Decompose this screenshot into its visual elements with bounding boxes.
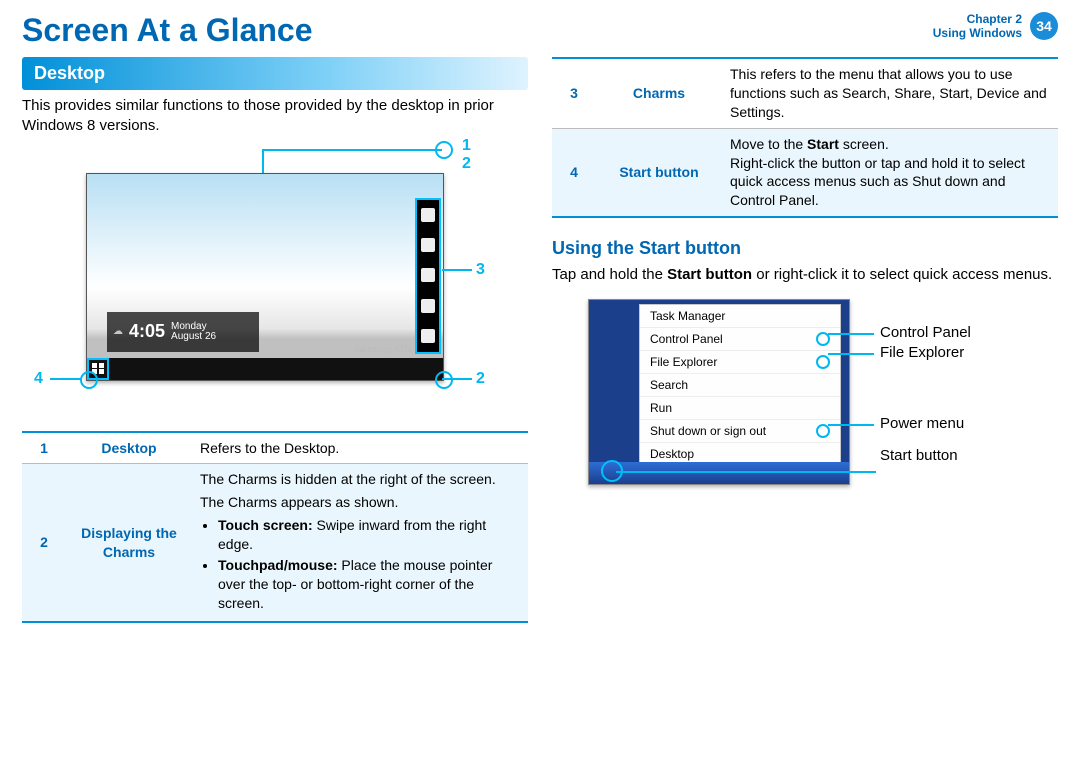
row2-label: Displaying the Charms [66,464,192,622]
desktop-intro: This provides similar functions to those… [22,96,528,137]
desktop-screenshot: 1 2 ☁ 4:05 Monday A [32,149,492,419]
row4-desc: Move to the Start screen. Right-click th… [722,128,1058,217]
label-control-panel: Control Panel [880,324,971,341]
row4-num: 4 [552,128,596,217]
menu-run: Run [640,397,840,420]
context-menu: Task Manager Control Panel File Explorer… [639,304,841,466]
menu-task-manager: Task Manager [640,305,840,328]
menu-control-panel: Control Panel [640,328,840,351]
menu-search: Search [640,374,840,397]
page-number: 34 [1030,12,1058,40]
subhead-start-button: Using the Start button [552,238,1058,259]
definitions-table-left: 1 Desktop Refers to the Desktop. 2 Displ… [22,431,528,623]
row3-label: Charms [596,58,722,128]
charm-search-icon [421,208,435,222]
definitions-table-right: 3 Charms This refers to the menu that al… [552,57,1058,218]
clock-widget: ☁ 4:05 Monday August 26 [107,312,259,352]
label-start-button: Start button [880,447,958,464]
row1-label: Desktop [66,432,192,464]
clock-date: August 26 [171,332,216,342]
row2-num: 2 [22,464,66,622]
taskbar [87,358,443,380]
charm-devices-icon [421,299,435,313]
charm-share-icon [421,238,435,252]
menu-file-explorer: File Explorer [640,351,840,374]
row1-desc: Refers to the Desktop. [192,432,528,464]
label-file-explorer: File Explorer [880,344,964,361]
row2-desc: The Charms is hidden at the right of the… [192,464,528,622]
start-menu-screenshot: Task Manager Control Panel File Explorer… [572,299,1012,485]
row1-num: 1 [22,432,66,464]
callout-1: 1 [462,137,471,155]
chapter-block: Chapter 2 Using Windows 34 [933,12,1058,41]
charm-settings-icon [421,329,435,343]
clock-time: 4:05 [129,321,165,342]
charm-start-icon [421,268,435,282]
callout-3: 3 [476,261,485,279]
clock-day: Monday [171,322,216,332]
row3-desc: This refers to the menu that allows you … [722,58,1058,128]
chapter-name: Using Windows [933,26,1022,40]
chapter-label: Chapter 2 [933,12,1022,26]
callout-2-bottom: 2 [476,370,485,388]
callout-4: 4 [34,370,43,388]
page-title: Screen At a Glance [22,12,313,49]
charms-bar [415,198,441,354]
brand-label: Samsung ATIV [354,344,413,354]
row3-num: 3 [552,58,596,128]
start-button-body: Tap and hold the Start button or right-c… [552,265,1058,285]
section-desktop: Desktop [22,57,528,90]
menu-shutdown: Shut down or sign out [640,420,840,443]
row4-label: Start button [596,128,722,217]
label-power-menu: Power menu [880,415,964,432]
callout-2-top: 2 [462,155,471,173]
